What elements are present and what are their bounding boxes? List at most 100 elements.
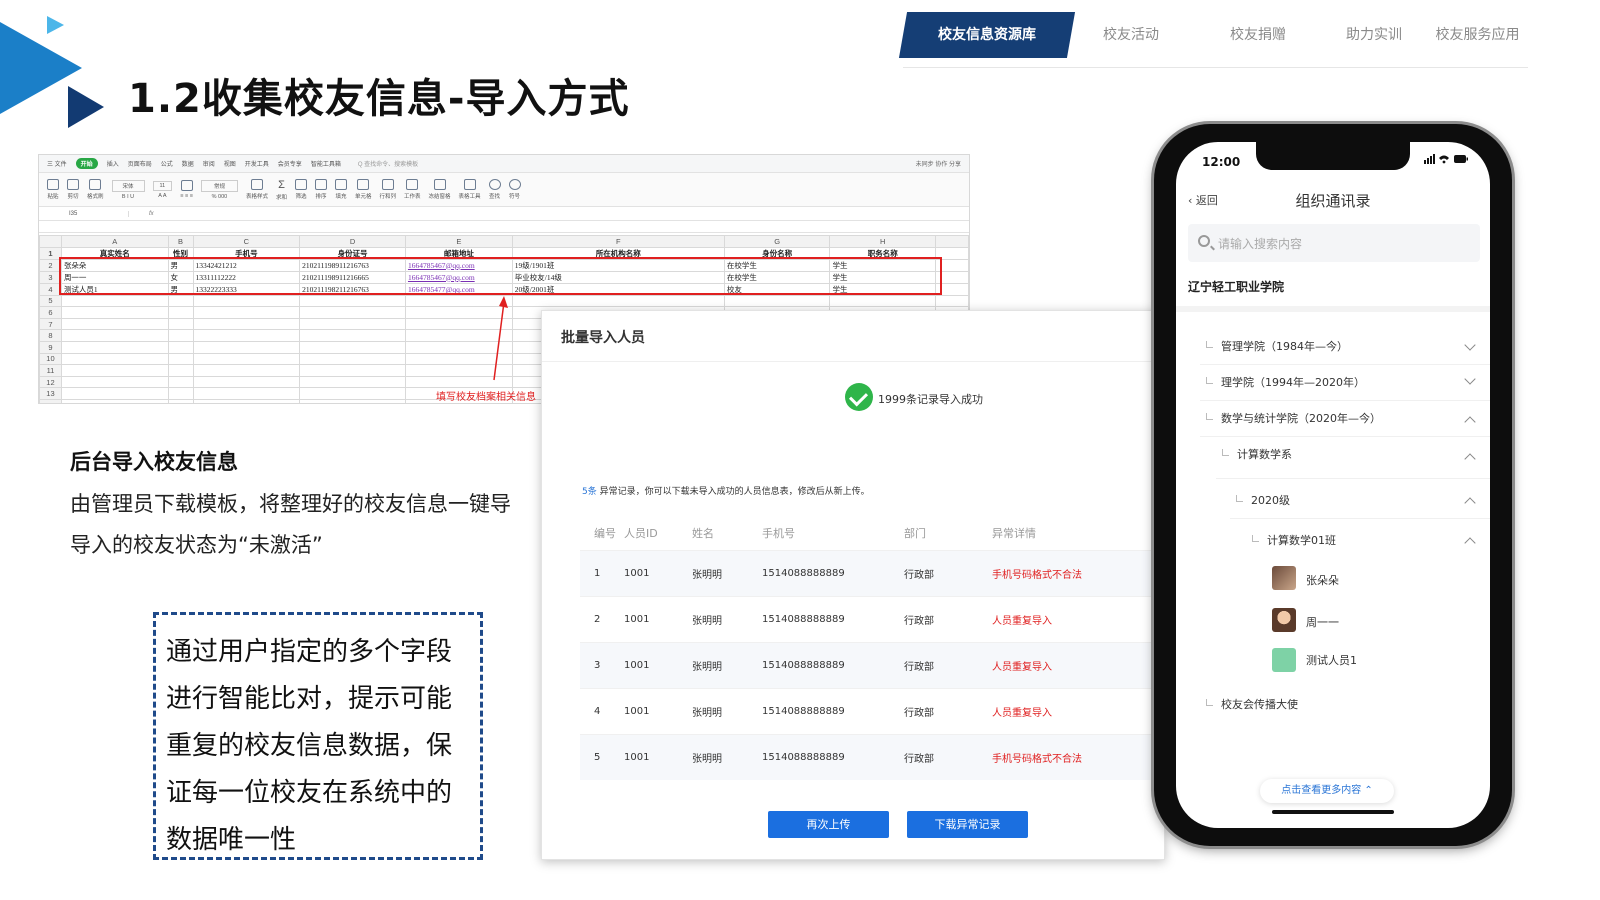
ribbon-paste[interactable]: 粘贴	[47, 179, 59, 200]
table-row[interactable]: 3 周一一女 13311112222 210211198911216665 1664…	[39, 270, 969, 284]
reupload-button[interactable]: 再次上传	[768, 811, 889, 838]
spreadsheet-menubar: 三 文件 开始 插入 页面布局 公式 数据 审阅 视图 开发工具 会员专享 智能…	[39, 155, 969, 173]
ribbon-cell[interactable]: 单元格	[355, 179, 372, 200]
ribbon-filter[interactable]: 筛选	[294, 179, 307, 200]
fill-icon	[334, 179, 347, 190]
callout-line: 通过用户指定的多个字段	[166, 637, 453, 667]
ribbon-sum[interactable]: Σ 求和	[276, 179, 287, 201]
cell-reference[interactable]: I35	[51, 210, 129, 217]
table-row[interactable]: 3 1001 张明明 1514088888889 行政部 人员重复导入	[580, 642, 1160, 688]
error-table: 编号 人员ID 姓名 手机号 部门 异常详情 1 1001 张明明 151408888888…	[580, 516, 1160, 780]
menu-member[interactable]: 会员专享	[278, 159, 302, 168]
success-check-icon	[845, 383, 873, 411]
ribbon-symbol[interactable]: 符号	[508, 179, 521, 200]
table-tools-icon	[463, 179, 476, 190]
download-errors-button[interactable]: 下载异常记录	[907, 811, 1028, 838]
tree-item-class-01[interactable]: 计算数学01班	[1252, 532, 1336, 548]
tree-item-management[interactable]: 管理学院（1984年—今）	[1206, 338, 1348, 354]
menu-page-layout[interactable]: 页面布局	[128, 159, 152, 168]
chevron-down-icon[interactable]	[1464, 339, 1476, 351]
ribbon-cut[interactable]: 剪切	[67, 179, 79, 200]
description-line-2: 导入的校友状态为“未激活”	[70, 533, 323, 557]
table-row[interactable]: 4 1001 张明明 1514088888889 行政部 人员重复导入	[580, 688, 1160, 734]
tab-alumni-donation[interactable]: 校友捐赠	[1208, 12, 1308, 58]
tree-item-math-stats[interactable]: 数学与统计学院（2020年—今）	[1206, 410, 1381, 426]
section-title: 后台导入校友信息	[70, 450, 238, 474]
member-name[interactable]: 测试人员1	[1306, 652, 1357, 668]
menu-file[interactable]: 三 文件	[47, 159, 67, 168]
tab-alumni-service-apps[interactable]: 校友服务应用	[1425, 12, 1530, 58]
avatar	[1272, 608, 1296, 632]
callout-line: 数据唯一性	[166, 825, 297, 855]
status-time: 12:00	[1202, 155, 1241, 169]
ribbon-table-tools[interactable]: 表格工具	[459, 179, 481, 200]
sort-icon	[314, 179, 327, 190]
chevron-up-icon[interactable]	[1464, 453, 1476, 465]
formula-bar: I35 fx	[39, 207, 969, 221]
table-row[interactable]: 1 1001 张明明 1514088888889 行政部 手机号码格式不合法	[580, 550, 1160, 596]
view-more-button[interactable]: 点击查看更多内容 ⌃	[1260, 779, 1394, 803]
menu-smart-tools[interactable]: 智能工具箱	[311, 159, 341, 168]
ribbon-fill[interactable]: 填充	[334, 179, 347, 200]
search-input[interactable]: 请输入搜索内容	[1188, 224, 1480, 262]
error-count: 5条	[582, 487, 597, 497]
menu-formula[interactable]: 公式	[161, 159, 173, 168]
table-icon	[250, 179, 263, 190]
ribbon-table-style[interactable]: 表格样式	[246, 179, 268, 200]
search-icon	[488, 179, 501, 190]
tree-item-computational-math[interactable]: 计算数学系	[1222, 446, 1292, 462]
org-name: 辽宁轻工职业学院	[1188, 280, 1285, 294]
avatar	[1272, 566, 1296, 590]
ribbon-number-format[interactable]: 常规% 000	[200, 179, 238, 200]
tab-alumni-resource-library[interactable]: 校友信息资源库	[903, 12, 1071, 58]
ribbon-freeze[interactable]: 冻结窗格	[429, 179, 451, 200]
brush-icon	[89, 179, 102, 190]
command-search[interactable]: Q 查找命令、搜索模板	[358, 159, 418, 168]
member-name[interactable]: 周一一	[1306, 614, 1339, 630]
menu-start[interactable]: 开始	[75, 158, 98, 169]
ribbon-rows-cols[interactable]: 行和列	[380, 179, 396, 200]
chevron-up-icon[interactable]	[1464, 497, 1476, 509]
ribbon-worksheet[interactable]: 工作表	[404, 179, 421, 200]
error-table-header: 编号 人员ID 姓名 手机号 部门 异常详情	[594, 527, 1036, 540]
ribbon-font[interactable]: 宋体 B I U	[111, 179, 145, 200]
phone-page-title: 组织通讯录	[1295, 192, 1371, 210]
page-title: 1.2收集校友信息-导入方式	[128, 76, 630, 122]
tab-training-support[interactable]: 助力实训	[1324, 12, 1424, 58]
table-row[interactable]: 2 1001 张明明 1514088888889 行政部 人员重复导入	[580, 596, 1160, 642]
menu-insert[interactable]: 插入	[107, 159, 119, 168]
freeze-icon	[433, 179, 446, 190]
ribbon-align[interactable]: ≡ ≡ ≡	[180, 180, 193, 199]
chevron-up-icon[interactable]	[1464, 537, 1476, 549]
chevron-down-icon[interactable]	[1464, 373, 1476, 385]
table-header-row: 1 真实姓名 性别 手机号 身份证号 邮箱地址 所在机构名称 身份名称 职务名称	[39, 246, 969, 260]
omega-icon	[508, 179, 521, 190]
ribbon-find[interactable]: 查找	[488, 179, 501, 200]
menu-view[interactable]: 视图	[224, 159, 236, 168]
tab-alumni-activities[interactable]: 校友活动	[1081, 12, 1181, 58]
callout-line: 进行智能比对，提示可能	[166, 684, 453, 714]
tree-item-2020[interactable]: 2020级	[1236, 492, 1290, 508]
dedup-callout: 通过用户指定的多个字段 进行智能比对，提示可能 重复的校友信息数据，保 证每一位…	[153, 612, 483, 860]
ribbon-format-painter[interactable]: 格式刷	[87, 179, 104, 200]
ribbon-font-size[interactable]: 11 A A	[152, 180, 173, 199]
tree-item-ambassador[interactable]: 校友会传播大使	[1206, 696, 1298, 712]
batch-import-dialog: 批量导入人员 1999条记录导入成功 5条 异常记录，你可以下载未导入成功的人员…	[541, 310, 1165, 860]
tree-item-science[interactable]: 理学院（1994年—2020年）	[1206, 374, 1365, 390]
ribbon-sort[interactable]: 排序	[314, 179, 327, 200]
callout-line: 证每一位校友在系统中的	[166, 778, 453, 808]
worksheet-icon	[406, 179, 419, 190]
table-row[interactable]: 5	[39, 294, 969, 308]
menu-dev-tools[interactable]: 开发工具	[245, 159, 269, 168]
menu-review[interactable]: 审阅	[203, 159, 215, 168]
table-row[interactable]: 4 测试人员1 男 13322223333 210211198211216763 16…	[39, 282, 969, 296]
table-row[interactable]: 2 张朵朵男 13342421212 210211198911216763 1664…	[39, 258, 969, 272]
menu-data[interactable]: 数据	[182, 159, 194, 168]
logo-triangle-accent	[47, 16, 64, 34]
chevron-up-icon[interactable]	[1464, 416, 1476, 428]
sync-share-actions[interactable]: 未同步 协作 分享	[916, 159, 961, 168]
column-header-row: ABC DEF GH	[39, 235, 969, 248]
member-name[interactable]: 张朵朵	[1306, 572, 1339, 588]
table-row[interactable]: 5 1001 张明明 1514088888889 行政部 手机号码格式不合法	[580, 734, 1160, 780]
phone-screen: 12:00 ‹ 返回 组织通讯录 请输入搜索内容 辽宁轻工职业学院 管理学院（1…	[1176, 142, 1490, 828]
